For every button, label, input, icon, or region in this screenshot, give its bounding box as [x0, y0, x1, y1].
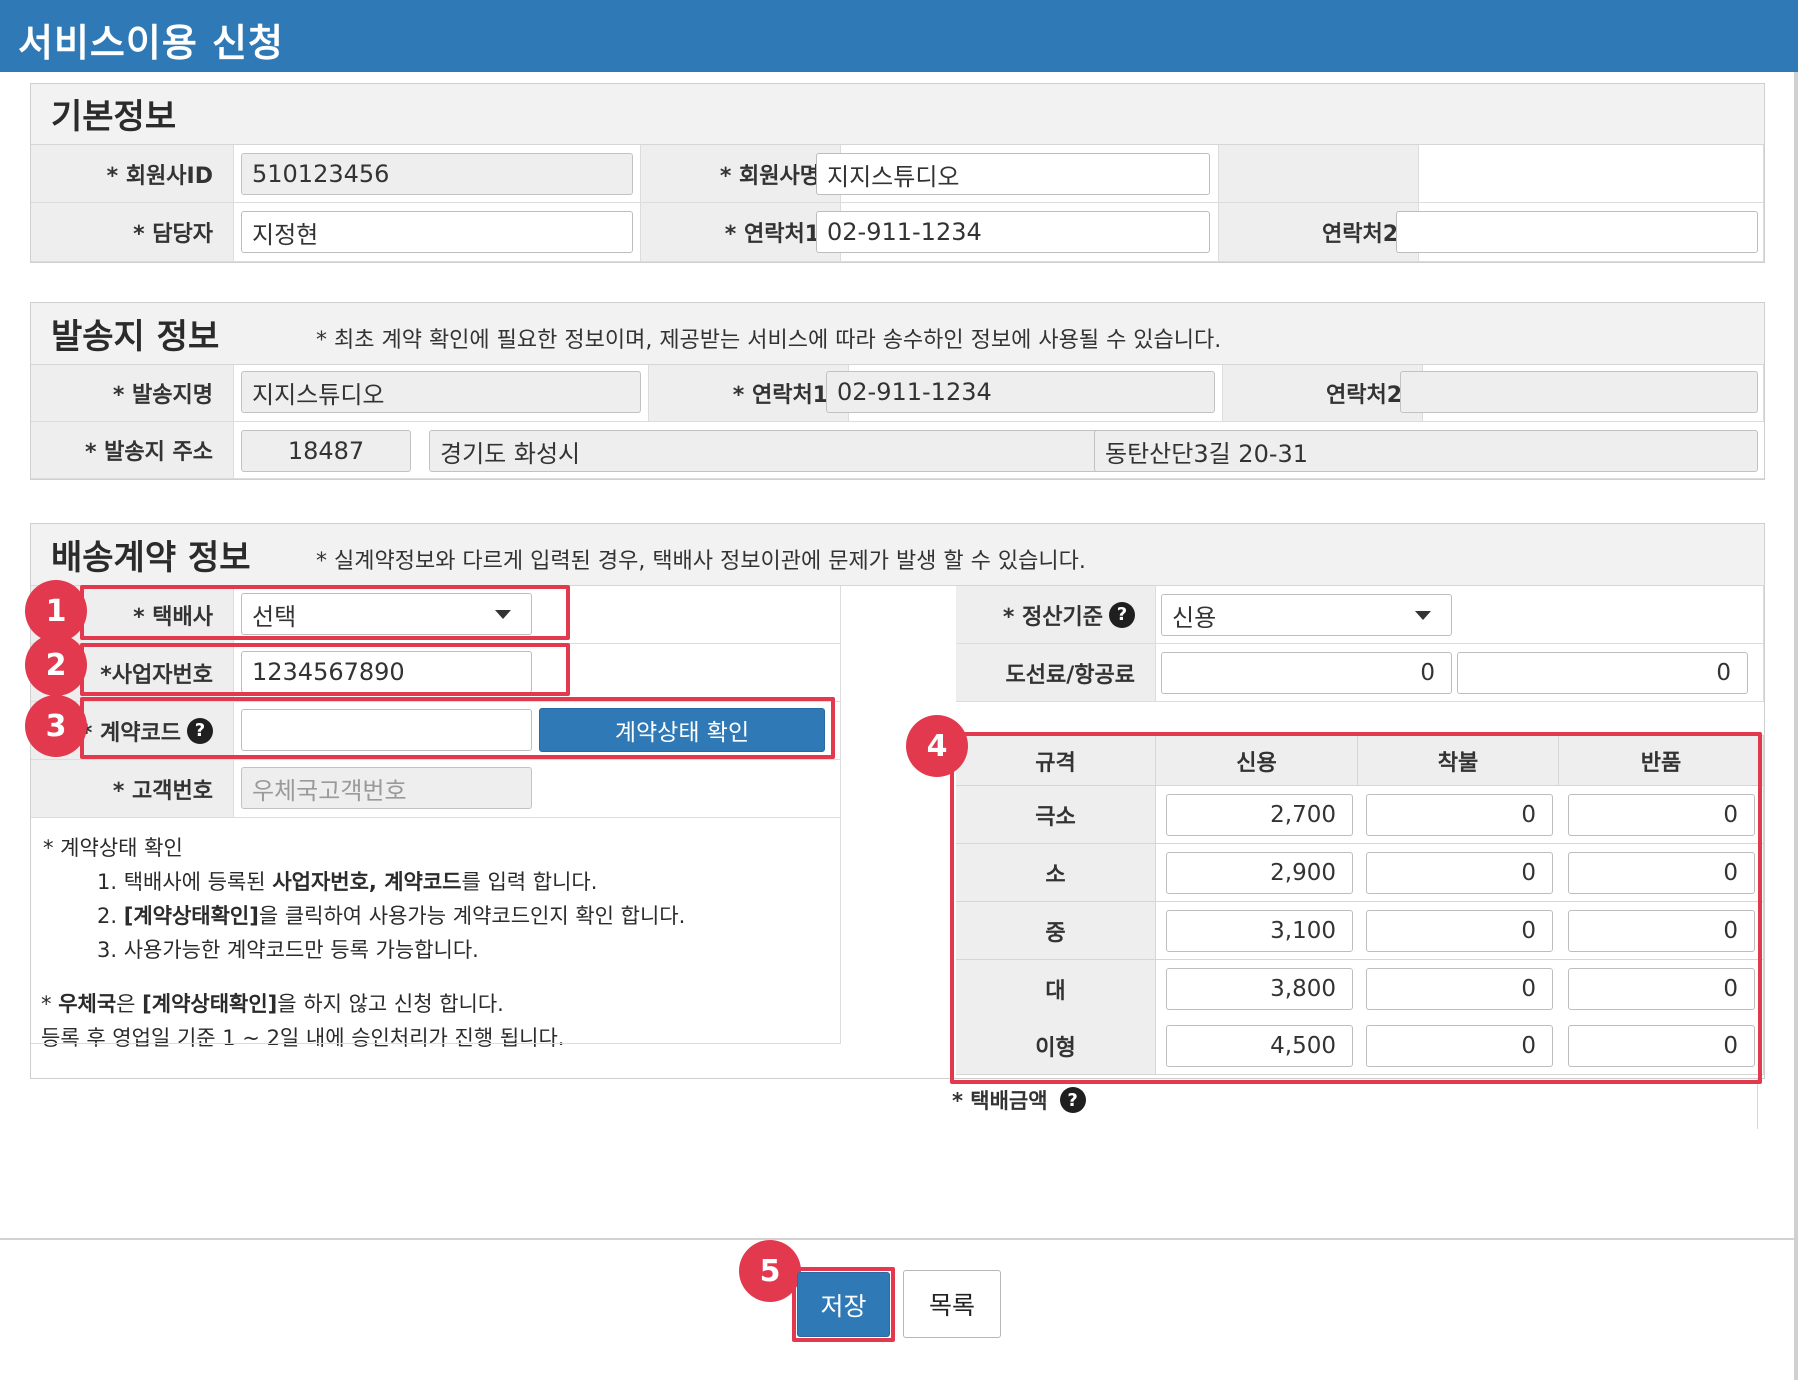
island-fee-field-1[interactable]: 0	[1161, 652, 1452, 694]
right-divider	[1757, 1079, 1758, 1129]
empty-cell	[1419, 145, 1764, 203]
sender-address-label: * 발송지 주소	[31, 422, 234, 479]
instructions-border	[31, 818, 841, 1044]
annotation-badge-5: 5	[739, 1240, 801, 1302]
list-button[interactable]: 목록	[903, 1270, 1001, 1338]
address2-field: 동탄산단3길 20-31	[1094, 430, 1758, 472]
page-title: 서비스이용 신청	[18, 21, 284, 65]
sender-contact2-label: 연락처2	[1223, 365, 1423, 422]
settlement-label: * 정산기준 ?	[956, 586, 1156, 644]
contact1-field[interactable]: 02-911-1234	[816, 211, 1210, 253]
question-circle-icon[interactable]: ?	[1059, 1087, 1086, 1113]
manager-field[interactable]: 지정현	[241, 211, 633, 253]
island-fee-field-2[interactable]: 0	[1457, 652, 1748, 694]
sender-contact1-label: * 연락처1	[649, 365, 849, 422]
address1-field: 경기도 화성시	[429, 430, 1103, 472]
sender-name-field: 지지스튜디오	[241, 371, 641, 413]
chevron-down-icon	[1415, 611, 1431, 620]
sender-name-label: * 발송지명	[31, 365, 234, 422]
footer-divider	[0, 1238, 1794, 1240]
save-button[interactable]: 저장	[797, 1272, 890, 1337]
delivery-fee-label: * 택배금액 ?	[952, 1085, 1086, 1115]
island-fee-label: 도선료/항공료	[956, 644, 1156, 702]
sender-contact2-field	[1400, 371, 1758, 413]
basic-info-section: 기본정보 * 회원사ID * 회원사명 510123456 지지스튜디오 * 담…	[30, 83, 1765, 263]
zipcode-field: 18487	[241, 430, 411, 472]
annotation-badge-2: 2	[25, 634, 87, 696]
section-header	[31, 84, 1764, 145]
section-note: * 실계약정보와 다르게 입력된 경우, 택배사 정보이관에 문제가 발생 할 …	[316, 549, 1086, 574]
manager-label: * 담당자	[31, 203, 234, 262]
sender-contact1-field: 02-911-1234	[826, 371, 1215, 413]
member-id-label: * 회원사ID	[31, 145, 234, 203]
highlight-biz-no	[80, 643, 570, 696]
sender-info-section: 발송지 정보 * 최초 계약 확인에 필요한 정보이며, 제공받는 서비스에 따…	[30, 302, 1765, 480]
question-circle-icon[interactable]: ?	[1109, 601, 1135, 628]
settlement-select-value: 신용	[1172, 603, 1217, 632]
section-title: 기본정보	[51, 97, 177, 137]
highlight-courier	[80, 585, 570, 640]
section-title: 배송계약 정보	[51, 538, 251, 578]
member-id-field: 510123456	[241, 153, 633, 195]
section-note: * 최초 계약 확인에 필요한 정보이며, 제공받는 서비스에 따라 송수하인 …	[316, 328, 1222, 353]
contact2-field[interactable]	[1396, 211, 1758, 253]
delivery-fee-label-text: * 택배금액	[952, 1089, 1048, 1113]
annotation-badge-1: 1	[25, 580, 87, 642]
member-name-label: * 회원사명	[641, 145, 841, 203]
contact1-label: * 연락처1	[641, 203, 841, 262]
customer-no-label: * 고객번호	[31, 760, 234, 818]
highlight-contract-code	[80, 697, 835, 759]
scrollbar-track[interactable]	[1794, 72, 1798, 1380]
annotation-badge-3: 3	[25, 695, 87, 757]
settlement-label-text: * 정산기준	[1002, 604, 1103, 630]
highlight-rate-table	[950, 732, 1762, 1084]
member-name-field[interactable]: 지지스튜디오	[816, 153, 1210, 195]
settlement-select[interactable]: 신용	[1161, 594, 1452, 636]
page-header: 서비스이용 신청	[0, 0, 1798, 72]
empty-label	[1219, 145, 1419, 203]
annotation-badge-4: 4	[906, 715, 968, 777]
section-title: 발송지 정보	[51, 317, 220, 357]
contact2-label: 연락처2	[1219, 203, 1419, 262]
customer-no-field[interactable]: 우체국고객번호	[241, 767, 532, 809]
